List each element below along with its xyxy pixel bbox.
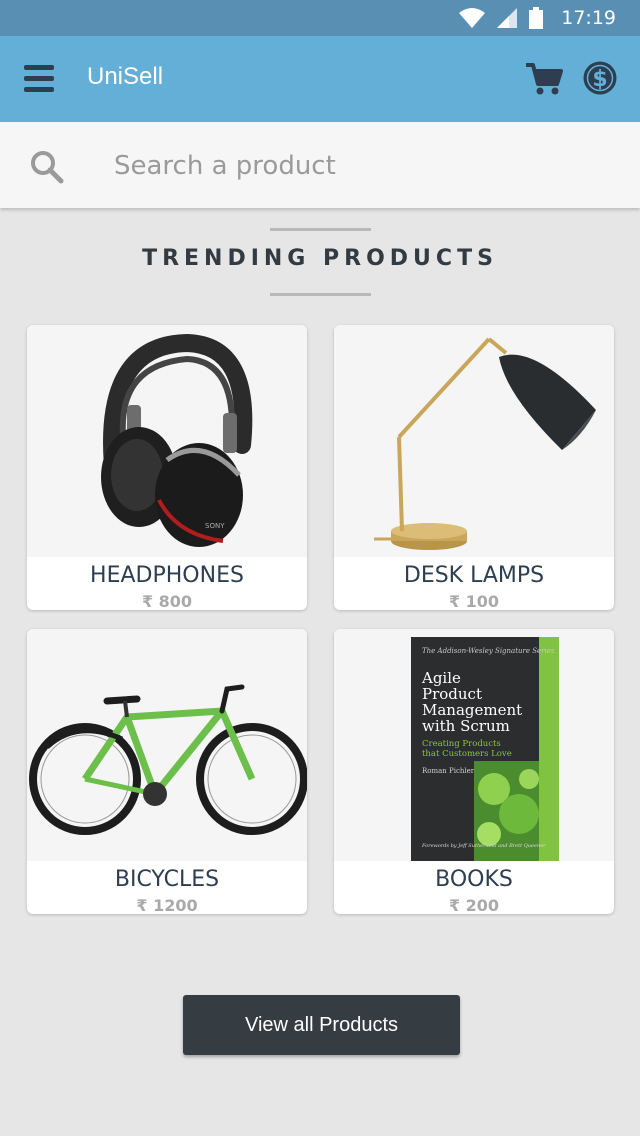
wifi-icon xyxy=(459,8,486,28)
divider xyxy=(270,228,371,231)
book-subtitle-line: that Customers Love xyxy=(422,749,512,759)
search-icon[interactable] xyxy=(30,150,64,184)
hamburger-icon-line xyxy=(24,76,54,81)
product-image-area: SONY xyxy=(27,325,307,557)
product-name: HEADPHONES xyxy=(90,563,244,588)
status-time: 17:19 xyxy=(561,7,616,29)
signal-icon xyxy=(497,8,518,28)
wallet-button[interactable]: $ xyxy=(582,60,618,96)
app-title: UniSell xyxy=(87,63,164,90)
app-bar: UniSell $ xyxy=(0,36,640,122)
product-price: ₹ 100 xyxy=(448,592,500,610)
product-image-area xyxy=(27,629,307,861)
product-card-books[interactable]: The Addison-Wesley Signature Series Agil… xyxy=(334,629,614,914)
search-bar xyxy=(0,122,640,208)
book-forewords: Forewords by Jeff Sutherland and Brett Q… xyxy=(421,843,546,849)
section-title: TRENDING PRODUCTS xyxy=(142,246,498,271)
status-bar: 17:19 xyxy=(0,0,640,36)
product-image-area: The Addison-Wesley Signature Series Agil… xyxy=(334,629,614,861)
book-image: The Addison-Wesley Signature Series Agil… xyxy=(411,637,559,861)
svg-text:SONY: SONY xyxy=(205,522,225,530)
search-input[interactable] xyxy=(112,142,616,190)
product-name: BICYCLES xyxy=(114,867,220,892)
battery-icon xyxy=(529,7,544,29)
product-card-headphones[interactable]: SONY HEADPHONES ₹ 800 xyxy=(27,325,307,610)
view-all-products-button[interactable]: View all Products xyxy=(183,995,460,1055)
book-subtitle-line: Creating Products xyxy=(422,739,501,749)
cart-icon xyxy=(526,63,563,95)
book-title-line: with Scrum xyxy=(422,717,510,735)
product-card-bicycles[interactable]: BICYCLES ₹ 1200 xyxy=(27,629,307,914)
book-series: The Addison-Wesley Signature Series xyxy=(422,647,555,655)
product-name: BOOKS xyxy=(435,867,513,892)
bicycle-image xyxy=(29,684,307,835)
product-image-area xyxy=(334,325,614,557)
headphones-image: SONY xyxy=(101,333,253,547)
hamburger-icon-line xyxy=(24,87,54,92)
desk-lamp-image xyxy=(374,337,596,550)
product-price: ₹ 200 xyxy=(448,896,500,914)
product-name: DESK LAMPS xyxy=(403,563,545,588)
divider xyxy=(270,293,371,296)
dollar-icon: $ xyxy=(583,61,617,95)
product-price: ₹ 1200 xyxy=(136,896,198,914)
hamburger-icon xyxy=(24,65,54,70)
svg-text:$: $ xyxy=(592,67,607,92)
product-card-desk-lamps[interactable]: DESK LAMPS ₹ 100 xyxy=(334,325,614,610)
product-price: ₹ 800 xyxy=(141,592,193,610)
menu-button[interactable] xyxy=(24,65,56,93)
cart-button[interactable] xyxy=(524,62,564,96)
book-author: Roman Pichler xyxy=(422,767,475,775)
